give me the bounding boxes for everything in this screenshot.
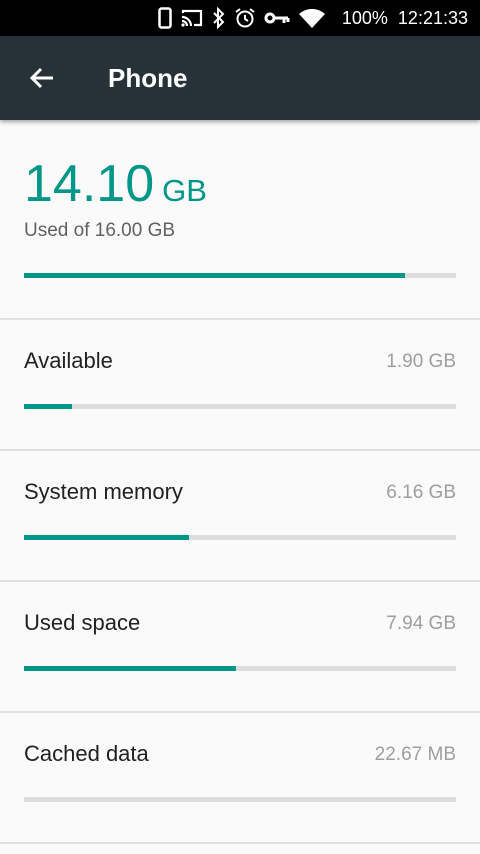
alarm-icon xyxy=(234,7,256,29)
clock: 12:21:33 xyxy=(397,7,468,28)
used-unit: GB xyxy=(162,173,207,208)
item-progress-fill xyxy=(24,404,72,409)
wifi-icon xyxy=(298,8,326,28)
battery-percent: 100% xyxy=(341,7,388,28)
bluetooth-icon xyxy=(212,7,226,29)
item-progress-track xyxy=(24,535,456,540)
cast-icon xyxy=(180,8,204,28)
vpn-key-icon xyxy=(264,11,290,25)
item-progress-track xyxy=(24,797,456,802)
item-label: Used space xyxy=(24,610,141,635)
used-value: 14.10 xyxy=(24,155,155,213)
used-storage-total: 14.10 GB xyxy=(24,154,207,214)
app-bar: Phone xyxy=(0,36,480,120)
storage-item-used-space[interactable]: Used space 7.94 GB xyxy=(0,582,480,710)
item-label: Available xyxy=(24,348,113,373)
arrow-back-icon[interactable] xyxy=(24,60,60,96)
storage-item-cached-data[interactable]: Cached data 22.67 MB xyxy=(0,713,480,841)
storage-item-system-memory[interactable]: System memory 6.16 GB xyxy=(0,451,480,579)
item-value: 22.67 MB xyxy=(374,744,456,765)
item-value: 7.94 GB xyxy=(386,613,456,634)
item-value: 1.90 GB xyxy=(386,351,456,372)
phone-icon xyxy=(158,7,172,29)
storage-item-available[interactable]: Available 1.90 GB xyxy=(0,320,480,448)
item-progress-fill xyxy=(24,666,237,671)
item-progress-fill xyxy=(24,535,190,540)
item-progress-track xyxy=(24,404,456,409)
item-label: Cached data xyxy=(24,741,149,766)
used-of-text: Used of 16.00 GB xyxy=(24,220,176,241)
status-bar: 100% 12:21:33 xyxy=(0,0,480,36)
summary-progress-track xyxy=(24,273,456,278)
divider xyxy=(0,842,480,844)
storage-summary: 14.10 GB Used of 16.00 GB xyxy=(0,120,480,320)
summary-progress-fill xyxy=(24,273,405,278)
item-label: System memory xyxy=(24,479,183,504)
page-title: Phone xyxy=(108,63,188,93)
item-value: 6.16 GB xyxy=(386,482,456,503)
item-progress-track xyxy=(24,666,456,671)
